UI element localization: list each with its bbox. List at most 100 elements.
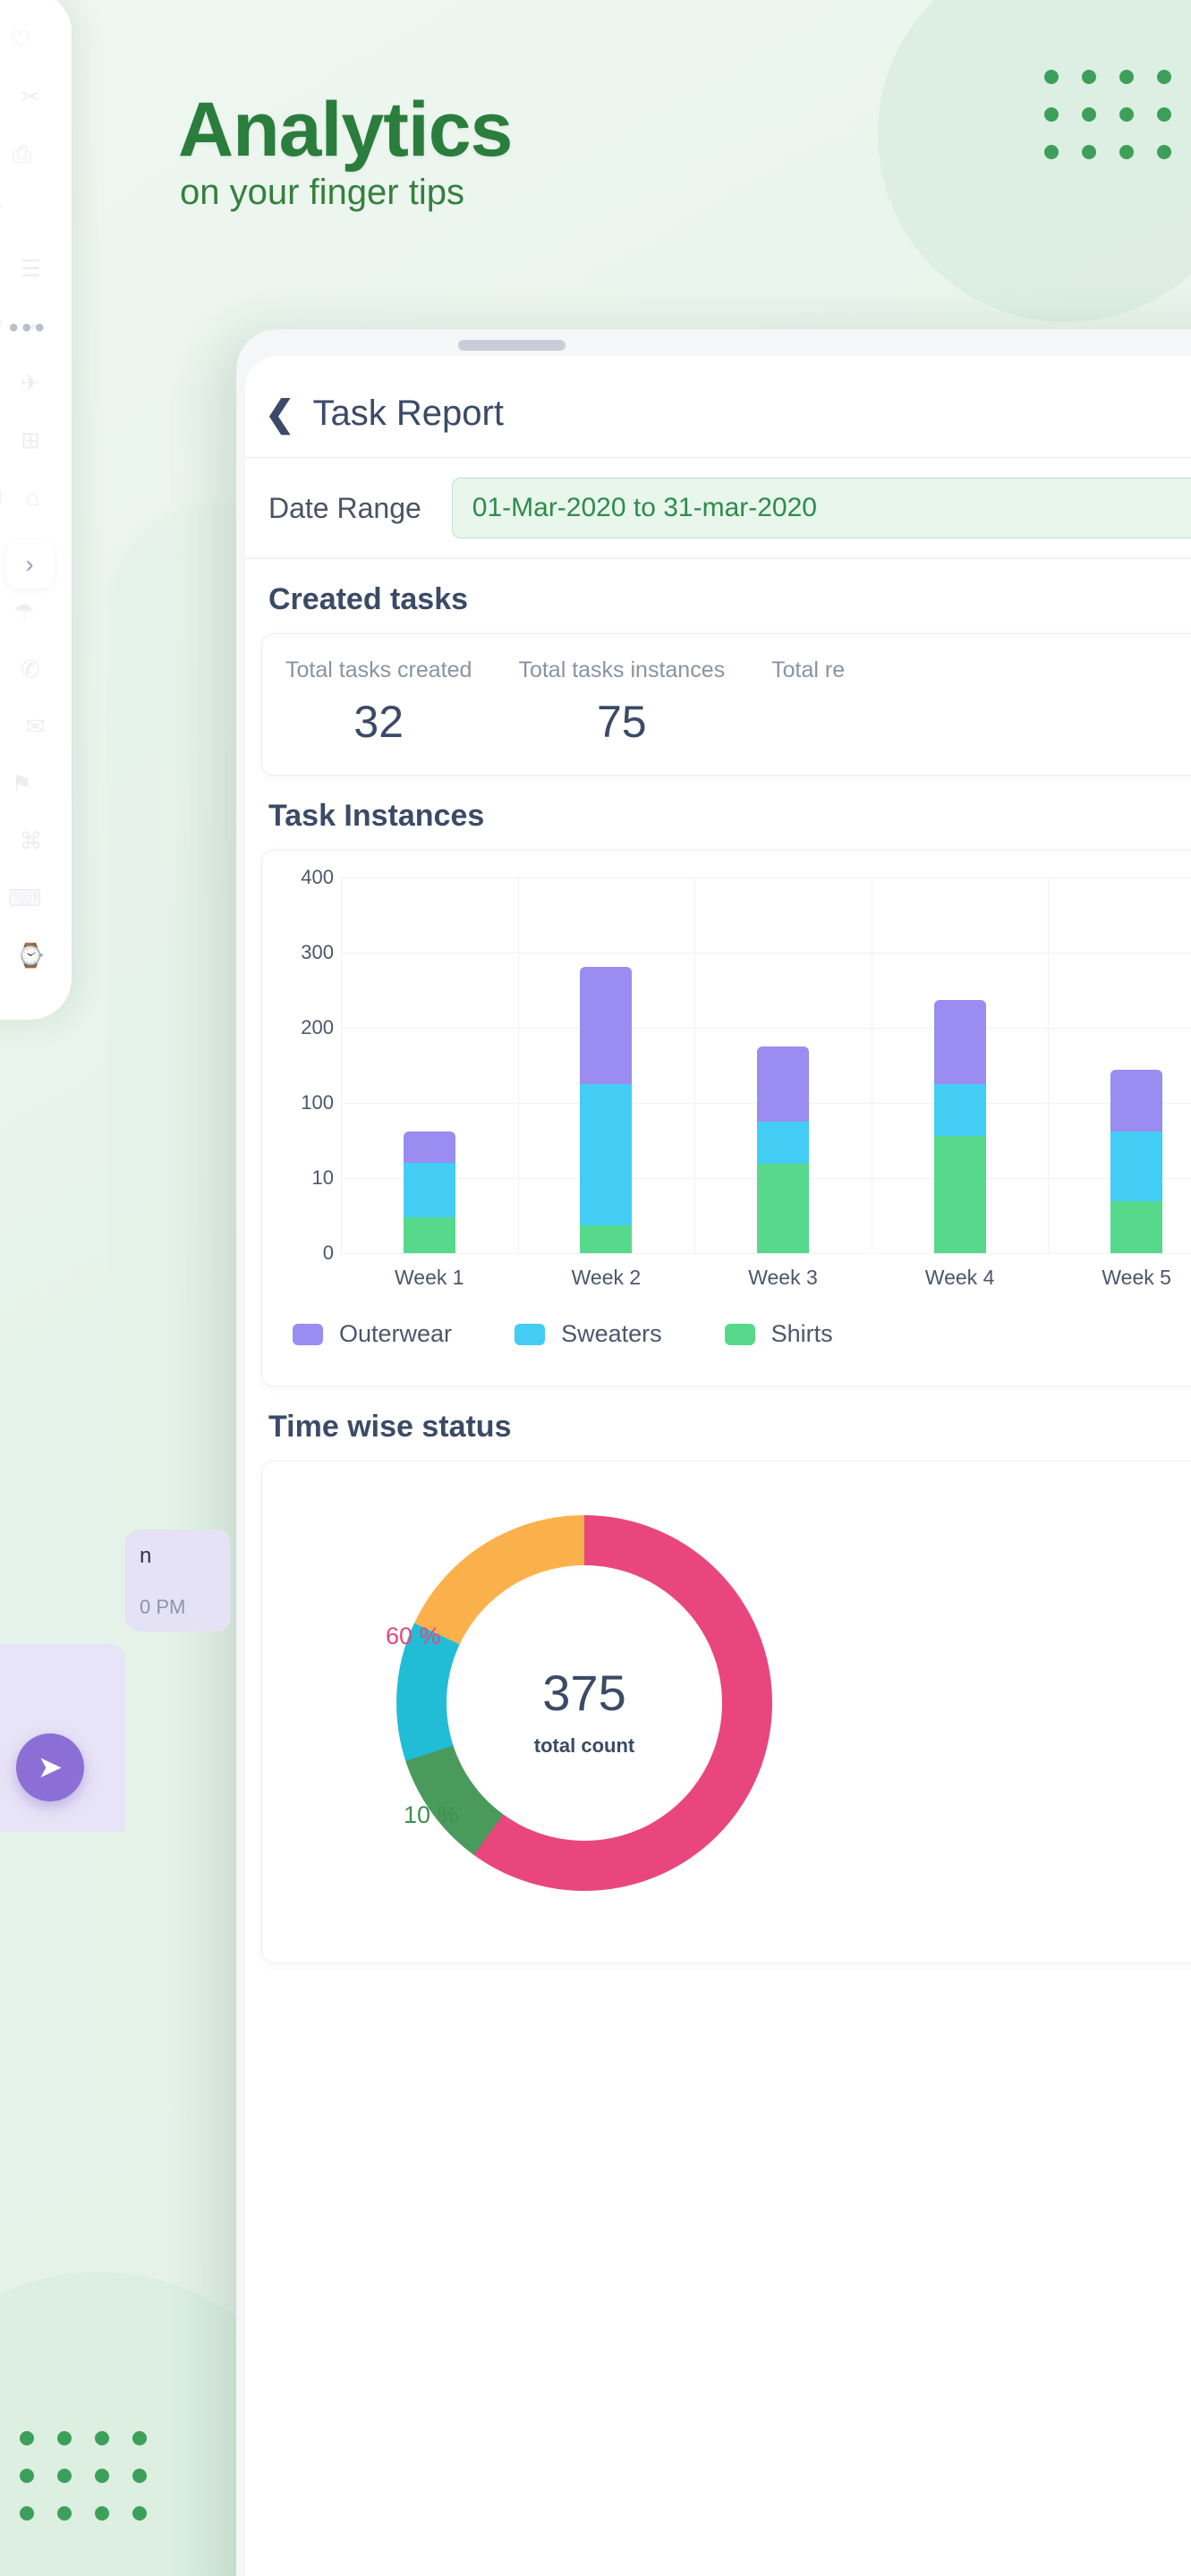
send-icon[interactable]: ➤ xyxy=(16,1733,84,1801)
dot xyxy=(95,2431,109,2445)
legend-label: Shirts xyxy=(770,1320,833,1347)
bar-segment-outerwear xyxy=(756,1046,809,1122)
bar-slot xyxy=(341,877,518,1253)
stat-value: 75 xyxy=(596,697,647,747)
bar-segment-sweaters xyxy=(580,1084,633,1225)
stats-row: Total tasks created 32 Total tasks instanc… xyxy=(262,634,1191,775)
legend-swatch xyxy=(515,1323,546,1345)
stacked-bar[interactable] xyxy=(403,1131,455,1253)
stat-label: Total tasks instances xyxy=(518,657,726,682)
grid-line-h xyxy=(341,1253,1191,1254)
date-range-chip[interactable]: 01-Mar-2020 to 31-mar-2020 ✕ xyxy=(451,478,1191,538)
dot xyxy=(95,2506,109,2521)
chat-bubble-text: n xyxy=(140,1544,152,1568)
background-phone-mockup: ⌂☰✉⏱♡⚑☎⌁⊙✂⌘☂✈♪⎙⌨✆⊞✓⎔⌚✉⌂☰⏱♡⚑☎⌁⊙✂⌘☂✈♪⎙⌨✆⊞✓… xyxy=(0,0,72,1020)
bar-segment-outerwear xyxy=(933,999,986,1084)
dot xyxy=(132,2431,147,2445)
bar-segment-shirts xyxy=(933,1135,986,1253)
dot xyxy=(20,2506,34,2521)
section-title-created-tasks: Created tasks xyxy=(268,582,469,616)
dot xyxy=(1119,145,1134,159)
donut-label-60: 60 % xyxy=(386,1623,441,1649)
stat-label: Total tasks created xyxy=(285,657,472,682)
dot xyxy=(1082,145,1096,159)
donut-total-value: 375 xyxy=(542,1665,626,1721)
dot xyxy=(57,2469,72,2483)
dot xyxy=(1044,145,1059,159)
stat-label: Total re xyxy=(771,657,846,682)
more-horizontal-icon[interactable]: ••• xyxy=(9,313,48,343)
page-subtitle: on your finger tips xyxy=(180,173,464,212)
bar-chart-plot: 0 10 100 200 300 400 xyxy=(301,866,1191,1264)
bar-series xyxy=(341,877,1191,1253)
x-tick: Week 5 xyxy=(1102,1266,1171,1289)
stacked-bar[interactable] xyxy=(580,966,633,1253)
app-bar: ❮ Task Report xyxy=(245,356,1191,457)
dot xyxy=(1119,70,1134,84)
stacked-bar[interactable] xyxy=(933,999,986,1253)
section-title-task-instances: Task Instances xyxy=(268,799,485,833)
y-tick: 0 xyxy=(322,1241,334,1264)
chat-bubble: n 0 PM xyxy=(125,1530,231,1631)
dot xyxy=(132,2506,147,2521)
phone-mockup: ❮ Task Report Date Range 01-Mar-2020 to … xyxy=(236,329,1191,2576)
bar-segment-sweaters xyxy=(403,1163,455,1218)
donut-label-10: 10 % xyxy=(404,1801,459,1828)
bar-segment-shirts xyxy=(403,1217,455,1253)
dot xyxy=(1044,70,1059,84)
bar-segment-sweaters xyxy=(933,1084,986,1136)
donut-chart: 375 total count 60 % 10 % xyxy=(262,1462,1191,1962)
bar-segment-sweaters xyxy=(756,1122,809,1165)
decorative-circle-top-right xyxy=(878,0,1191,322)
y-tick: 200 xyxy=(301,1016,334,1038)
date-range-label: Date Range xyxy=(268,491,421,524)
page-background: ⌂☰✉⏱♡⚑☎⌁⊙✂⌘☂✈♪⎙⌨✆⊞✓⎔⌚✉⌂☰⏱♡⚑☎⌁⊙✂⌘☂✈♪⎙⌨✆⊞✓… xyxy=(0,0,1191,2576)
chevron-left-icon[interactable]: ❮ xyxy=(265,396,295,432)
bar-segment-shirts xyxy=(1110,1201,1163,1253)
y-tick: 400 xyxy=(301,866,334,888)
dot xyxy=(20,2469,34,2483)
bar-chart: 0 10 100 200 300 400 Week 1 Week 2 Week 3 Week 4… xyxy=(262,851,1191,1385)
phone-screen: ❮ Task Report Date Range 01-Mar-2020 to … xyxy=(245,356,1191,2576)
bar-segment-outerwear xyxy=(1110,1070,1163,1131)
donut-wrap: 375 total count 60 % 10 % xyxy=(386,1515,772,1891)
x-tick: Week 4 xyxy=(924,1266,995,1289)
bar-slot xyxy=(872,877,1049,1253)
stacked-bar[interactable] xyxy=(756,1046,809,1253)
bar-segment-shirts xyxy=(580,1224,633,1253)
chevron-right-icon[interactable]: › xyxy=(5,540,54,589)
dot xyxy=(57,2506,72,2521)
app-bar-title: Task Report xyxy=(312,394,504,433)
time-wise-status-card: 375 total count 60 % 10 % xyxy=(261,1461,1191,1963)
dot xyxy=(1044,107,1059,122)
dot xyxy=(132,2469,147,2483)
task-instances-card: 0 10 100 200 300 400 Week 1 Week 2 Week 3 Week 4… xyxy=(261,850,1191,1386)
legend-label: Sweaters xyxy=(561,1320,662,1347)
legend-item[interactable]: Sweaters xyxy=(515,1320,662,1348)
legend-item[interactable]: Outerwear xyxy=(293,1320,452,1348)
donut-center: 375 total count xyxy=(396,1664,772,1758)
y-tick: 300 xyxy=(301,941,334,963)
legend-swatch xyxy=(724,1323,755,1345)
dot xyxy=(1157,70,1171,84)
stat-item: Total tasks instances 75 xyxy=(495,657,748,748)
dot xyxy=(1082,107,1096,122)
dot xyxy=(95,2469,109,2483)
dot xyxy=(57,2431,72,2445)
stat-item: Total re xyxy=(748,657,868,748)
chart-legend: Outerwear Sweaters Shirts xyxy=(262,1290,1191,1373)
x-tick: Week 2 xyxy=(571,1266,642,1289)
bar-segment-sweaters xyxy=(1110,1131,1163,1202)
dot xyxy=(1157,107,1171,122)
stacked-bar[interactable] xyxy=(1110,1070,1163,1253)
y-tick: 100 xyxy=(301,1091,334,1114)
y-tick: 10 xyxy=(311,1166,334,1189)
bar-slot xyxy=(518,877,695,1253)
date-range-row: Date Range 01-Mar-2020 to 31-mar-2020 ✕ xyxy=(245,458,1191,558)
bar-segment-outerwear xyxy=(403,1131,455,1164)
page-title: Analytics xyxy=(178,87,513,173)
chat-bubble-time: 0 PM xyxy=(140,1596,186,1618)
legend-item[interactable]: Shirts xyxy=(724,1320,833,1348)
dot xyxy=(1119,107,1134,122)
bar-segment-outerwear xyxy=(580,966,633,1084)
